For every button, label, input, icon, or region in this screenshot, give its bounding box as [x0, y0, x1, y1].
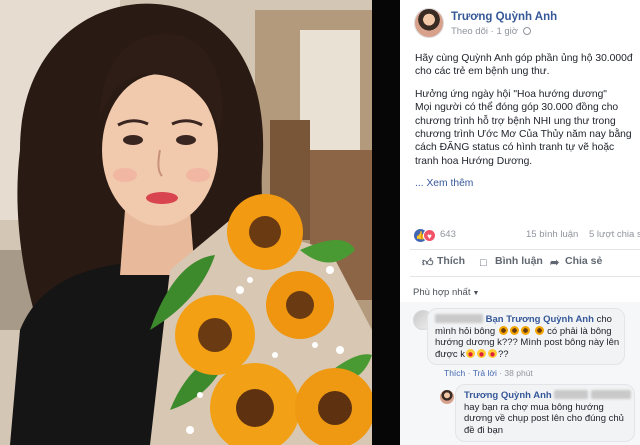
sunflower-emoji-icon	[509, 325, 519, 335]
reaction-icons[interactable]: 👍 ♥	[414, 229, 440, 242]
sunflower-emoji-icon	[520, 325, 530, 335]
facebook-post-panel: Trương Quỳnh Anh Theo dõi · 1 giờ Hãy cù…	[400, 0, 640, 445]
post-photo	[0, 0, 372, 445]
post-paragraph-1: Hãy cùng Quỳnh Anh góp phần ủng hộ 30.00…	[415, 53, 633, 78]
comments-section: Bạn Trương Quỳnh Anh cho mình hỏi bông c…	[400, 302, 640, 445]
like-button-label: Thích	[437, 255, 465, 267]
comment-button[interactable]: □ Bình luận	[480, 255, 543, 269]
comment-icon: □	[480, 257, 487, 269]
comment-button-label: Bình luận	[495, 255, 543, 267]
reply-author-avatar[interactable]	[440, 390, 454, 404]
reply-text-content: hay bạn ra chợ mua bông hướng dương về c…	[464, 401, 624, 436]
post-body: Hãy cùng Quỳnh Anh góp phần ủng hộ 30.00…	[415, 52, 640, 191]
share-icon: ➦	[550, 257, 560, 269]
comment-filter-label: Phù hợp nhất	[413, 287, 471, 298]
reactions-row: 👍 ♥ 643 15 bình luận 5 lượt chia sẻ	[414, 228, 640, 244]
comment-reply-link[interactable]: Trả lời	[473, 368, 497, 378]
thumbs-up-icon: 👍︎	[422, 257, 434, 269]
post-header: Trương Quỳnh Anh Theo dõi · 1 giờ	[414, 8, 640, 40]
share-button[interactable]: ➦ Chia sẻ	[550, 255, 602, 269]
see-more-link[interactable]: ... Xem thêm	[415, 178, 473, 189]
comment-count[interactable]: 15 bình luận	[526, 229, 578, 240]
reply-author[interactable]: Trương Quỳnh Anh	[464, 390, 552, 401]
follow-link[interactable]: Theo dõi	[451, 26, 488, 37]
comment-age[interactable]: 38 phút	[504, 368, 532, 378]
redacted-name	[590, 390, 631, 399]
heart-eyes-emoji-icon	[466, 348, 476, 358]
photo-gutter	[372, 0, 400, 445]
heart-eyes-emoji-icon	[477, 348, 487, 358]
like-button[interactable]: 👍︎ Thích	[422, 255, 465, 269]
author-avatar[interactable]	[414, 8, 444, 38]
comment-author[interactable]: Bạn Trương Quỳnh Anh	[486, 314, 594, 325]
comment-text: Bạn Trương Quỳnh Anh cho mình hỏi bông c…	[435, 314, 625, 360]
comment-bubble: Bạn Trương Quỳnh Anh cho mình hỏi bông c…	[427, 308, 625, 365]
comment-text-d: ??	[498, 348, 509, 360]
reaction-count[interactable]: 643	[440, 229, 456, 240]
share-count[interactable]: 5 lượt chia sẻ	[589, 229, 640, 240]
reply-text: Trương Quỳnh Anh hay bạn ra chợ mua bông…	[464, 390, 634, 436]
heart-eyes-emoji-icon	[488, 348, 498, 358]
photo-illustration	[0, 0, 372, 445]
reply-bubble: Trương Quỳnh Anh hay bạn ra chợ mua bông…	[455, 384, 635, 442]
comment-like-link[interactable]: Thích	[444, 368, 465, 378]
sunflower-emoji-icon	[498, 325, 508, 335]
comment-filter-dropdown[interactable]: Phù hợp nhất ▼	[413, 287, 479, 298]
caret-down-icon: ▼	[472, 290, 480, 297]
sunflower-emoji-icon	[534, 325, 544, 335]
redacted-name	[554, 390, 589, 399]
post-paragraph-2: Hưởng ứng ngày hội "Hoa hướng dương" Mọi…	[415, 88, 632, 167]
redacted-name	[435, 314, 483, 323]
globe-icon	[522, 27, 531, 35]
post-meta: Theo dõi · 1 giờ	[451, 26, 531, 37]
comment-actions: Thích · Trả lời · 38 phút	[444, 368, 533, 378]
post-time[interactable]: 1 giờ	[496, 26, 518, 37]
share-button-label: Chia sẻ	[565, 255, 603, 267]
author-name[interactable]: Trương Quỳnh Anh	[451, 11, 557, 23]
post-action-bar: 👍︎ Thích □ Bình luận ➦ Chia sẻ	[410, 249, 640, 277]
love-icon: ♥	[423, 229, 436, 242]
